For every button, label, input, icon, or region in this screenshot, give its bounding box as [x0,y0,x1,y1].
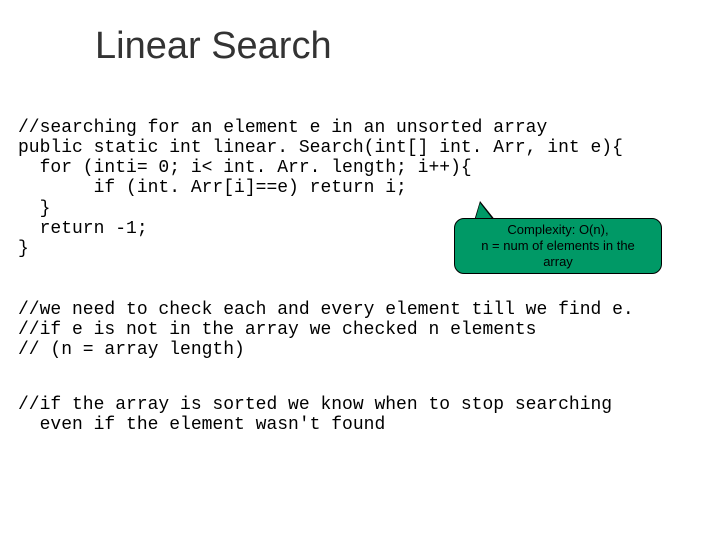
slide-title: Linear Search [95,25,332,68]
callout-line-1: Complexity: O(n), [459,222,657,238]
complexity-callout: Complexity: O(n), n = num of elements in… [454,218,662,274]
code-block-3: //if the array is sorted we know when to… [18,395,612,435]
code-block-2: //we need to check each and every elemen… [18,300,634,360]
callout-line-3: array [459,254,657,270]
callout-line-2: n = num of elements in the [459,238,657,254]
